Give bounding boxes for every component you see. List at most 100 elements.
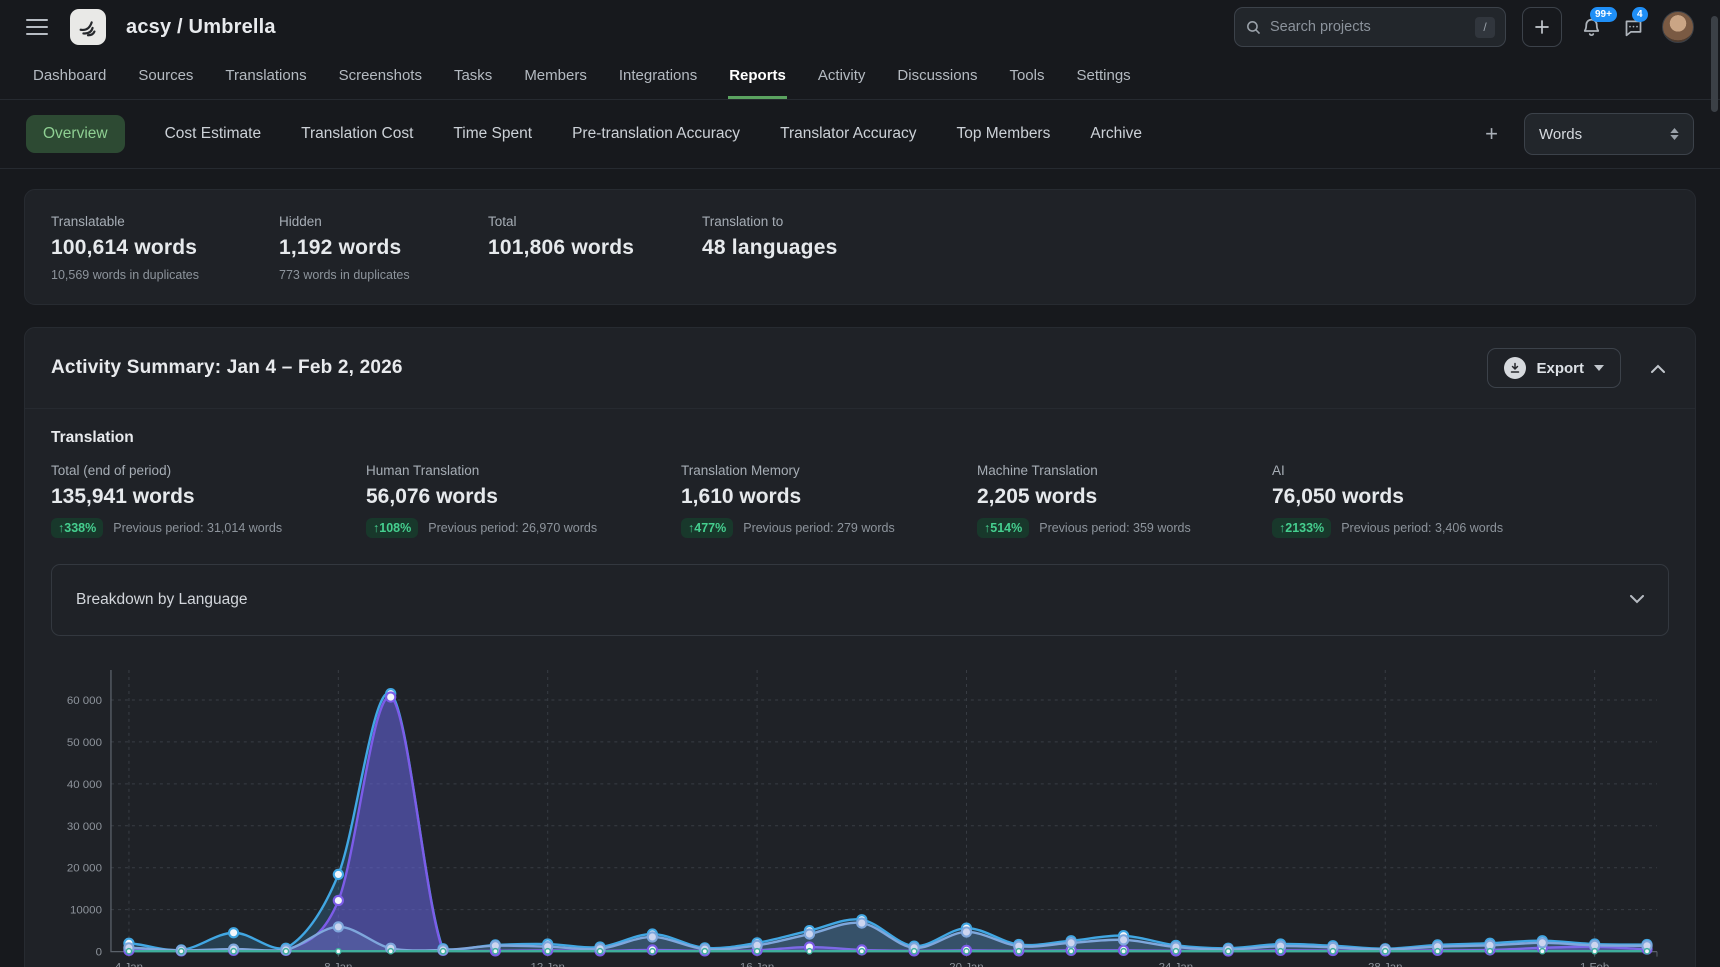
report-tab[interactable]: Cost Estimate (165, 125, 261, 143)
summary-stat: Hidden 1,192 words 773 words in duplicat… (279, 214, 488, 282)
stat-label: Total (end of period) (51, 463, 366, 478)
messages-count-badge: 4 (1632, 7, 1648, 22)
previous-period-text: Previous period: 26,970 words (428, 521, 597, 535)
stat-value: 56,076 words (366, 485, 681, 509)
plus-icon (1533, 18, 1551, 36)
stat-label: AI (1272, 463, 1669, 478)
previous-period-text: Previous period: 3,406 words (1341, 521, 1503, 535)
reports-subnav: Overview Cost Estimate Translation Cost Tim… (0, 100, 1720, 169)
select-arrows-icon (1670, 128, 1679, 140)
breakdown-by-language-accordion[interactable]: Breakdown by Language (51, 564, 1669, 636)
report-tab[interactable]: Translator Accuracy (780, 125, 916, 143)
project-nav: Dashboard Sources Translations Screenshots T… (0, 54, 1720, 100)
user-avatar[interactable] (1662, 11, 1694, 43)
stat-value: 2,205 words (977, 485, 1272, 509)
chevron-down-icon (1630, 591, 1644, 609)
collapse-section-button[interactable] (1647, 357, 1669, 380)
stat-label: Total (488, 214, 702, 229)
nav-tab[interactable]: Translations (224, 54, 307, 99)
report-tab[interactable]: Time Spent (453, 125, 532, 143)
report-tab[interactable]: Translation Cost (301, 125, 413, 143)
stat-value: 76,050 words (1272, 485, 1669, 509)
export-button[interactable]: Export (1487, 348, 1621, 388)
chevron-up-icon (1651, 364, 1665, 373)
page-scrollbar-thumb[interactable] (1711, 16, 1718, 112)
translation-stat: Human Translation 56,076 words ↑108% Pre… (366, 463, 681, 538)
stat-label: Translatable (51, 214, 279, 229)
svg-text:0: 0 (96, 947, 102, 959)
summary-stat: Translation to 48 languages (702, 214, 1669, 282)
activity-summary-card: Activity Summary: Jan 4 – Feb 2, 2026 Ex… (24, 327, 1696, 967)
word-summary-card: Translatable 100,614 words 10,569 words … (24, 189, 1696, 305)
nav-tab[interactable]: Dashboard (32, 54, 107, 99)
translation-stat: AI 76,050 words ↑2133% Previous period: … (1272, 463, 1669, 538)
unit-select[interactable]: Words (1524, 113, 1694, 155)
stat-value: 101,806 words (488, 236, 702, 260)
stat-value: 135,941 words (51, 485, 366, 509)
nav-tab[interactable]: Tasks (453, 54, 493, 99)
stat-value: 1,610 words (681, 485, 977, 509)
report-tab[interactable]: Archive (1090, 125, 1142, 143)
delta-badge: ↑108% (366, 518, 418, 538)
svg-text:28 Jan: 28 Jan (1368, 962, 1402, 967)
translation-stat: Translation Memory 1,610 words ↑477% Pre… (681, 463, 977, 538)
svg-text:30 000: 30 000 (67, 821, 102, 833)
search-shortcut-key: / (1475, 17, 1495, 38)
nav-tab[interactable]: Activity (817, 54, 867, 99)
search-input[interactable] (1270, 19, 1467, 35)
translation-stat: Total (end of period) 135,941 words ↑338… (51, 463, 366, 538)
delta-badge: ↑338% (51, 518, 103, 538)
delta-badge: ↑514% (977, 518, 1029, 538)
nav-tab[interactable]: Tools (1008, 54, 1045, 99)
search-icon (1245, 19, 1262, 36)
create-project-button[interactable] (1522, 7, 1562, 47)
report-tab[interactable]: Top Members (956, 125, 1050, 143)
search-box[interactable]: / (1234, 7, 1506, 47)
unit-select-value: Words (1539, 126, 1582, 143)
svg-text:50 000: 50 000 (67, 737, 102, 749)
stat-subtext (702, 268, 1669, 282)
svg-text:40 000: 40 000 (67, 779, 102, 791)
summary-stat: Total 101,806 words (488, 214, 702, 282)
nav-tab[interactable]: Discussions (896, 54, 978, 99)
svg-text:12 Jan: 12 Jan (530, 962, 564, 967)
svg-text:10000: 10000 (70, 905, 102, 917)
hamburger-menu-icon[interactable] (26, 19, 48, 35)
report-tab[interactable]: Overview (26, 115, 125, 153)
stat-label: Human Translation (366, 463, 681, 478)
app-logo[interactable] (70, 9, 106, 45)
caret-down-icon (1594, 365, 1604, 371)
nav-tab[interactable]: Reports (728, 54, 787, 99)
nav-tab[interactable]: Screenshots (338, 54, 423, 99)
svg-text:20 Jan: 20 Jan (949, 962, 983, 967)
messages-button[interactable]: 4 (1620, 14, 1646, 40)
add-report-button[interactable]: + (1485, 123, 1498, 145)
stat-subtext: 10,569 words in duplicates (51, 268, 279, 282)
stat-label: Hidden (279, 214, 488, 229)
stat-value: 48 languages (702, 236, 1669, 260)
chart-y-axis-labels: 01000020 00030 00040 00050 00060 000 (67, 695, 102, 959)
nav-tab[interactable]: Settings (1075, 54, 1131, 99)
stat-label: Translation Memory (681, 463, 977, 478)
translation-stat: Machine Translation 2,205 words ↑514% Pr… (977, 463, 1272, 538)
chart-series-purple (129, 697, 1647, 952)
report-tab[interactable]: Pre-translation Accuracy (572, 125, 740, 143)
stat-label: Translation to (702, 214, 1669, 229)
activity-title: Activity Summary: Jan 4 – Feb 2, 2026 (51, 357, 403, 379)
svg-text:60 000: 60 000 (67, 695, 102, 707)
svg-text:1 Feb: 1 Feb (1580, 962, 1609, 967)
notifications-button[interactable]: 99+ (1578, 14, 1604, 40)
summary-stat: Translatable 100,614 words 10,569 words … (51, 214, 279, 282)
nav-tab[interactable]: Members (523, 54, 588, 99)
nav-tab[interactable]: Sources (137, 54, 194, 99)
accordion-label: Breakdown by Language (76, 591, 248, 609)
nav-tab[interactable]: Integrations (618, 54, 698, 99)
export-label: Export (1536, 360, 1584, 377)
activity-chart: 4 Jan8 Jan12 Jan16 Jan20 Jan24 Jan28 Jan… (51, 650, 1669, 967)
stat-subtext: 773 words in duplicates (279, 268, 488, 282)
project-title: acsy / Umbrella (126, 16, 276, 39)
previous-period-text: Previous period: 279 words (743, 521, 894, 535)
svg-text:8 Jan: 8 Jan (324, 962, 352, 967)
previous-period-text: Previous period: 359 words (1039, 521, 1190, 535)
stat-value: 1,192 words (279, 236, 488, 260)
